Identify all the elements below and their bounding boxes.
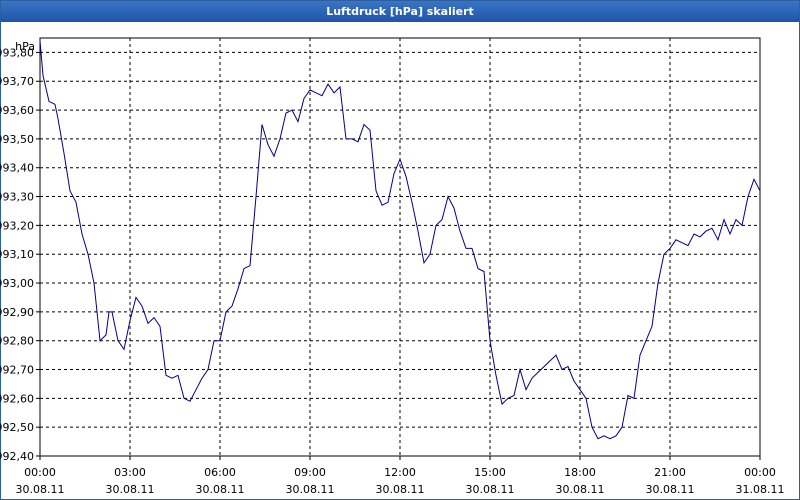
x-tick-date: 30.08.11	[646, 483, 695, 496]
y-axis-label: hPa	[15, 40, 35, 53]
y-tick-label: 992,80	[0, 335, 34, 348]
y-tick-label: 992,90	[0, 306, 34, 319]
x-axis-ticks: 00:00 30.08.11 03:00 30.08.11 06:00 30.08.11 0…	[16, 456, 785, 496]
y-tick-label: 992,40	[0, 450, 34, 463]
x-tick-date: 31.08.11	[736, 483, 785, 496]
x-tick-time: 06:00	[204, 466, 236, 479]
y-tick-label: 993,40	[0, 162, 34, 175]
x-tick-time: 15:00	[474, 466, 506, 479]
x-tick-date: 30.08.11	[556, 483, 605, 496]
x-tick-date: 30.08.11	[376, 483, 425, 496]
x-tick-date: 30.08.11	[106, 483, 155, 496]
y-tick-label: 992,70	[0, 364, 34, 377]
line-chart: 993,80993,70993,60993,50993,40993,30993,…	[0, 37, 785, 496]
x-tick-time: 18:00	[564, 466, 596, 479]
y-tick-label: 993,50	[0, 133, 34, 146]
y-tick-label: 993,70	[0, 75, 34, 88]
x-tick-date: 30.08.11	[286, 483, 335, 496]
y-tick-label: 993,30	[0, 191, 34, 204]
x-tick-time: 00:00	[744, 466, 776, 479]
x-tick-time: 21:00	[654, 466, 686, 479]
x-tick-time: 12:00	[384, 466, 416, 479]
x-tick-time: 00:00	[24, 466, 56, 479]
y-tick-label: 993,60	[0, 104, 34, 117]
y-tick-label: 993,10	[0, 248, 34, 261]
x-tick-time: 03:00	[114, 466, 146, 479]
y-tick-label: 993,00	[0, 277, 34, 290]
y-tick-label: 992,60	[0, 392, 34, 405]
x-tick-time: 09:00	[294, 466, 326, 479]
x-tick-date: 30.08.11	[16, 483, 65, 496]
y-tick-label: 993,20	[0, 219, 34, 232]
y-tick-label: 992,50	[0, 421, 34, 434]
x-tick-date: 30.08.11	[466, 483, 515, 496]
x-tick-date: 30.08.11	[196, 483, 245, 496]
y-axis-ticks: 993,80993,70993,60993,50993,40993,30993,…	[0, 46, 40, 463]
